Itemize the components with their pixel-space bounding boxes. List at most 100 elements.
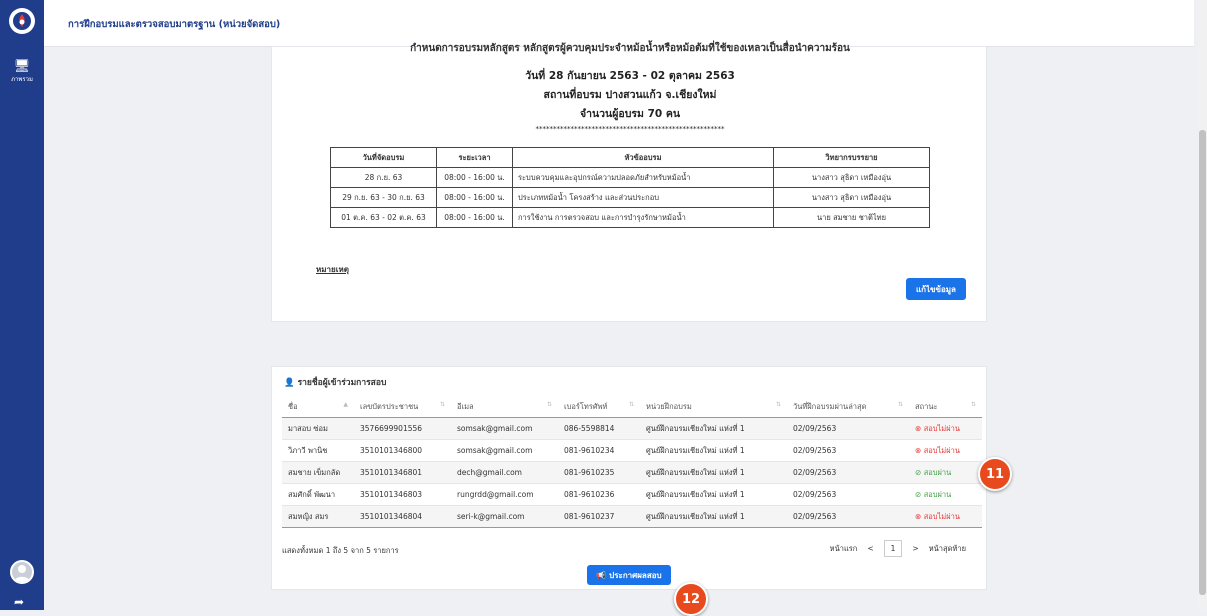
schedule-header: วิทยากรบรรยาย [773, 147, 930, 168]
schedule-cell: 01 ต.ค. 63 - 02 ต.ค. 63 [330, 207, 437, 228]
table-row: 29 ก.ย. 63 - 30 ก.ย. 63 08:00 - 16:00 น.… [330, 187, 930, 208]
schedule-cell: ประเภทหม้อน้ำ โครงสร้าง และส่วนประกอบ [512, 187, 774, 208]
cell-id: 3576699901556 [354, 417, 451, 440]
cell-unit: ศูนย์ฝึกอบรมเชียงใหม่ แห่งที่ 1 [640, 417, 787, 440]
table-row[interactable]: มาสอบ ซ่อม 3576699901556 somsak@gmail.co… [282, 417, 982, 440]
cell-email: somsak@gmail.com [451, 439, 558, 462]
participants-card: 👤 รายชื่อผู้เข้าร่วมการสอบ ชื่อ ▲ เลขบัตร… [271, 366, 987, 590]
divider-stars: ****************************************… [535, 125, 725, 133]
sidebar-item-overview[interactable]: 🖥 ภาพรวม [0, 60, 44, 84]
cell-date: 02/09/2563 [787, 439, 909, 462]
schedule-cell: นาย สมชาย ชาติไทย [773, 207, 930, 228]
cell-unit: ศูนย์ฝึกอบรมเชียงใหม่ แห่งที่ 1 [640, 505, 787, 528]
participants-title: 👤 รายชื่อผู้เข้าร่วมการสอบ [284, 375, 386, 389]
pager-page[interactable]: 1 [883, 540, 903, 557]
table-info: แสดงทั้งหมด 1 ถึง 5 จาก 5 รายการ [282, 546, 399, 555]
avatar[interactable] [10, 560, 34, 584]
x-circle-icon: ⊗ [915, 511, 922, 521]
cell-id: 3510101346800 [354, 439, 451, 462]
cell-unit: ศูนย์ฝึกอบรมเชียงใหม่ แห่งที่ 1 [640, 461, 787, 484]
course-info-card: กำหนดการอบรมหลักสูตร หลักสูตรผู้ควบคุมปร… [271, 43, 987, 322]
sort-asc-icon: ▲ [343, 401, 348, 408]
column-header-unit[interactable]: หน่วยฝึกอบรม ⇅ [640, 397, 787, 418]
status-badge: ⊗ สอบไม่ผ่าน [909, 439, 982, 462]
cell-email: somsak@gmail.com [451, 417, 558, 440]
announce-results-button[interactable]: 📢 ประกาศผลสอบ [587, 565, 671, 585]
participants-table: ชื่อ ▲ เลขบัตรประชาชน ⇅ อีเมล ⇅ เบอร์โทรศัพ… [282, 397, 982, 528]
x-circle-icon: ⊗ [915, 445, 922, 455]
app-logo-icon[interactable] [9, 8, 35, 34]
column-header-phone[interactable]: เบอร์โทรศัพท์ ⇅ [558, 397, 640, 418]
schedule-cell: นางสาว สุธิดา เหมืองอุ่น [773, 167, 930, 188]
cell-date: 02/09/2563 [787, 417, 909, 440]
sort-icon: ⇅ [970, 401, 976, 408]
status-badge: ⊘ สอบผ่าน [909, 483, 982, 506]
cell-email: seri-k@gmail.com [451, 505, 558, 528]
status-badge: ⊗ สอบไม่ผ่าน [909, 417, 982, 440]
schedule-cell: 08:00 - 16:00 น. [436, 207, 513, 228]
pager-next[interactable]: > [912, 544, 918, 553]
cell-date: 02/09/2563 [787, 461, 909, 484]
step-marker-11: 11 [978, 457, 1012, 491]
cell-unit: ศูนย์ฝึกอบรมเชียงใหม่ แห่งที่ 1 [640, 483, 787, 506]
cell-name: สมศักดิ์ พัฒนา [282, 483, 354, 506]
cell-date: 02/09/2563 [787, 483, 909, 506]
cell-phone: 081-9610236 [558, 483, 640, 506]
sort-icon: ⇅ [439, 401, 445, 408]
cell-phone: 086-5598814 [558, 417, 640, 440]
cell-email: rungrdd@gmail.com [451, 483, 558, 506]
step-marker-12: 12 [674, 582, 708, 616]
course-place: สถานที่อบรม ปางสวนแก้ว จ.เชียงใหม่ [543, 89, 717, 101]
table-row[interactable]: สมศักดิ์ พัฒนา 3510101346803 rungrdd@gma… [282, 483, 982, 506]
schedule-cell: 28 ก.ย. 63 [330, 167, 437, 188]
cell-id: 3510101346803 [354, 483, 451, 506]
pager-prev[interactable]: < [867, 544, 873, 553]
check-circle-icon: ⊘ [915, 467, 922, 477]
status-badge: ⊘ สอบผ่าน [909, 461, 982, 484]
sort-icon: ⇅ [546, 401, 552, 408]
logout-icon[interactable]: ➦ [14, 595, 24, 609]
check-circle-icon: ⊘ [915, 489, 922, 499]
page-title: การฝึกอบรมและตรวจสอบมาตรฐาน (หน่วยจัดสอบ… [68, 19, 281, 30]
table-row[interactable]: สมหญิง สมร 3510101346804 seri-k@gmail.co… [282, 505, 982, 528]
edit-button[interactable]: แก้ไขข้อมูล [906, 278, 966, 300]
cell-date: 02/09/2563 [787, 505, 909, 528]
megaphone-icon: 📢 [596, 570, 607, 580]
course-date: วันที่ 28 กันยายน 2563 - 02 ตุลาคม 2563 [525, 70, 735, 82]
column-header-name[interactable]: ชื่อ ▲ [282, 397, 354, 418]
schedule-header: วันที่จัดอบรม [330, 147, 437, 168]
schedule-table: วันที่จัดอบรม ระยะเวลา หัวข้ออบรม วิทยาก… [330, 147, 930, 228]
schedule-header: หัวข้ออบรม [512, 147, 774, 168]
cell-email: dech@gmail.com [451, 461, 558, 484]
cell-name: สมชาย เข็มกลัด [282, 461, 354, 484]
course-count: จำนวนผู้อบรม 70 คน [579, 108, 681, 120]
cell-phone: 081-9610234 [558, 439, 640, 462]
schedule-cell: นางสาว สุธิดา เหมืองอุ่น [773, 187, 930, 208]
cell-name: มาสอบ ซ่อม [282, 417, 354, 440]
schedule-header: ระยะเวลา [436, 147, 513, 168]
course-header: กำหนดการอบรมหลักสูตร หลักสูตรผู้ควบคุมปร… [410, 43, 850, 54]
sort-icon: ⇅ [628, 401, 634, 408]
pager-last[interactable]: หน้าสุดท้าย [929, 543, 966, 555]
status-badge: ⊗ สอบไม่ผ่าน [909, 505, 982, 528]
column-header-date[interactable]: วันที่ฝึกอบรมผ่านล่าสุด ⇅ [787, 397, 909, 418]
cell-unit: ศูนย์ฝึกอบรมเชียงใหม่ แห่งที่ 1 [640, 439, 787, 462]
schedule-cell: 08:00 - 16:00 น. [436, 167, 513, 188]
pager-first[interactable]: หน้าแรก [830, 543, 858, 555]
monitor-icon: 🖥 [13, 59, 31, 74]
cell-name: วิภาวี พานิช [282, 439, 354, 462]
schedule-cell: 29 ก.ย. 63 - 30 ก.ย. 63 [330, 187, 437, 208]
scrollbar-thumb[interactable] [1199, 130, 1206, 595]
note-label: หมายเหตุ [316, 265, 349, 274]
column-header-id[interactable]: เลขบัตรประชาชน ⇅ [354, 397, 451, 418]
column-header-status[interactable]: สถานะ ⇅ [909, 397, 982, 418]
schedule-cell: การใช้งาน การตรวจสอบ และการบำรุงรักษาหม้… [512, 207, 774, 228]
table-row[interactable]: สมชาย เข็มกลัด 3510101346801 dech@gmail.… [282, 461, 982, 484]
cell-name: สมหญิง สมร [282, 505, 354, 528]
column-header-email[interactable]: อีเมล ⇅ [451, 397, 558, 418]
cell-phone: 081-9610237 [558, 505, 640, 528]
scrollbar[interactable] [1198, 0, 1207, 610]
table-row[interactable]: วิภาวี พานิช 3510101346800 somsak@gmail.… [282, 439, 982, 462]
table-row: 01 ต.ค. 63 - 02 ต.ค. 63 08:00 - 16:00 น.… [330, 207, 930, 228]
cell-phone: 081-9610235 [558, 461, 640, 484]
